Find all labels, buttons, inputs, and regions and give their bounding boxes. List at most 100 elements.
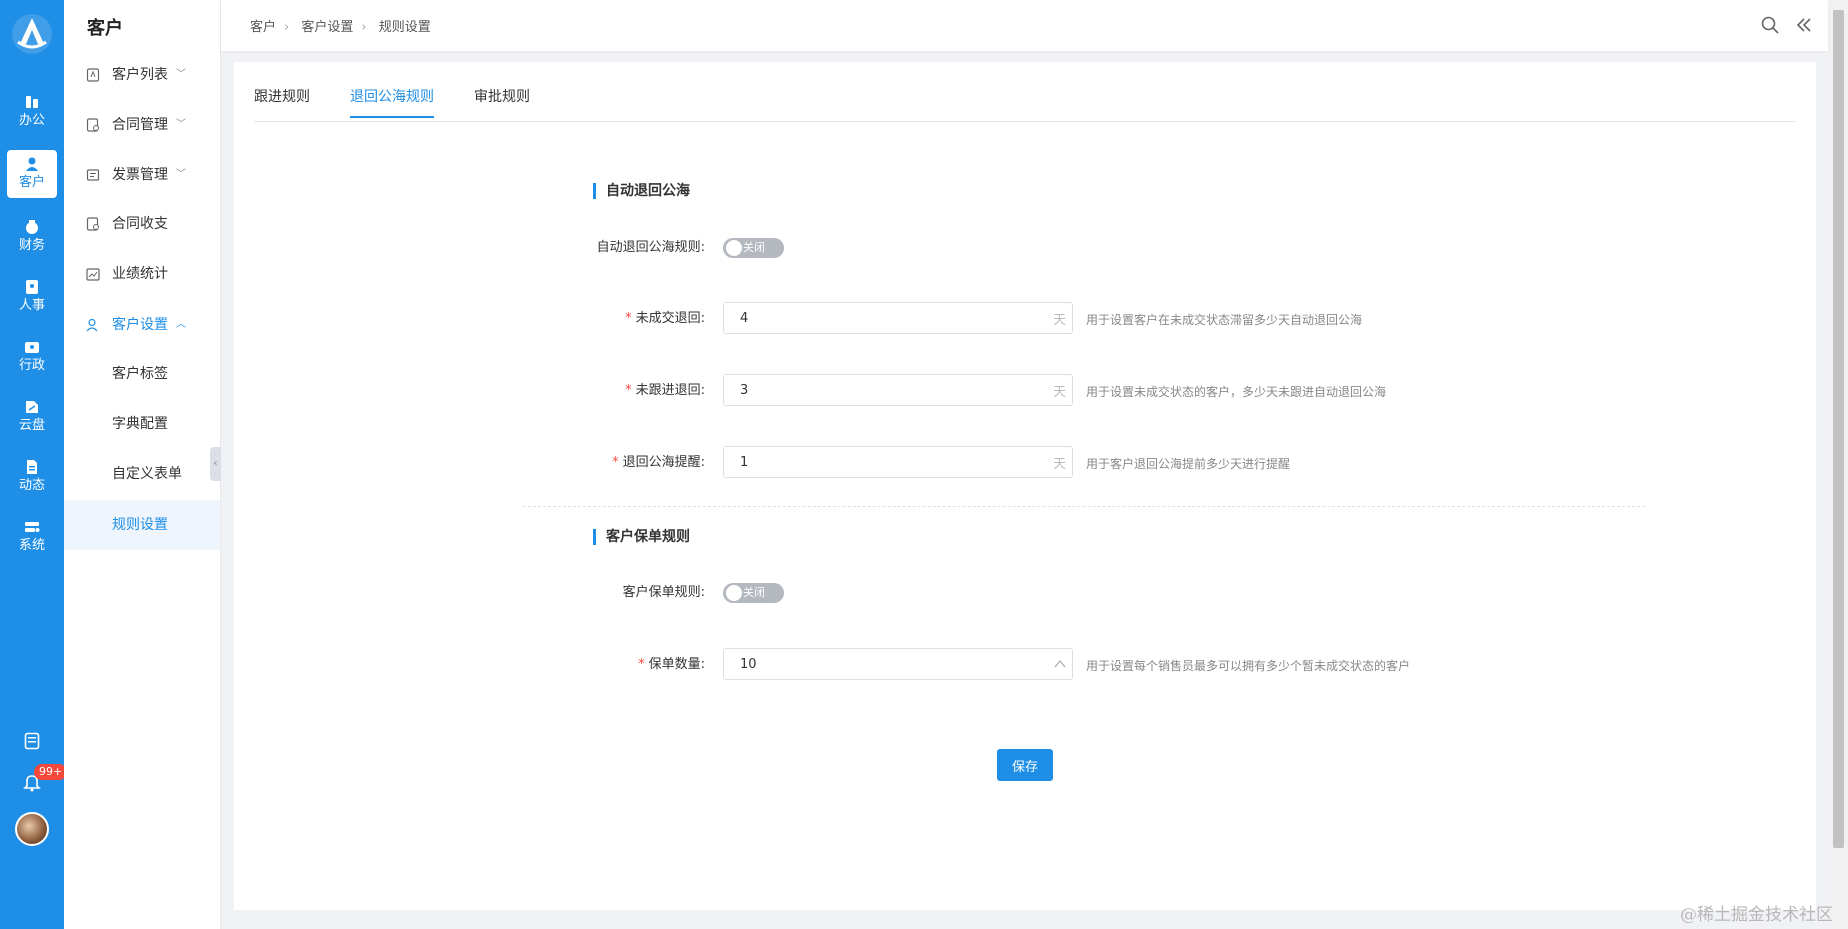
menu-item-label: 业绩统计	[112, 266, 168, 282]
no-follow-up-return-days-input[interactable]: 天	[723, 374, 1073, 406]
rail-item-cloud-disk[interactable]: 云盘	[7, 393, 57, 441]
toggle-knob	[726, 585, 742, 601]
return-reminder-days-input[interactable]: 天	[723, 446, 1073, 478]
tab-follow-up-rules[interactable]: 跟进规则	[254, 86, 310, 116]
toggle-text: 关闭	[743, 241, 765, 254]
menu-item-invoice-management[interactable]: 发票管理 ﹀	[64, 155, 220, 195]
rail-item-admin[interactable]: 行政	[7, 333, 57, 381]
days-suffix: 天	[1052, 313, 1066, 328]
menu-item-customer-list[interactable]: 客户列表 ﹀	[64, 55, 220, 95]
menu-item-customer-settings[interactable]: 客户设置 ︿	[64, 305, 220, 345]
menu-item-rule-settings[interactable]: 规则设置	[64, 500, 220, 550]
tab-return-to-pool-rules[interactable]: 退回公海规则	[350, 86, 434, 118]
section-title-auto-return: 自动退回公海	[593, 183, 690, 199]
unclosed-return-label: * 未成交退回:	[505, 307, 705, 326]
customer-icon	[26, 157, 38, 171]
system-icon	[25, 522, 40, 532]
search-icon[interactable]	[1760, 15, 1780, 35]
page-scrollbar[interactable]	[1829, 0, 1848, 929]
module-title: 客户	[87, 18, 123, 39]
menu-item-label: 客户列表	[112, 67, 168, 83]
menu-item-custom-form[interactable]: 自定义表单	[64, 454, 220, 494]
breadcrumb: 客户 › 客户设置 › 规则设置	[250, 16, 437, 35]
unclosed-return-days-input[interactable]: 天	[723, 302, 1073, 334]
list-doc-icon	[86, 68, 100, 82]
breadcrumb-separator-icon: ›	[284, 20, 290, 35]
tab-approval-rules[interactable]: 审批规则	[474, 86, 530, 116]
rail-item-finance[interactable]: 财务	[7, 213, 57, 261]
field-label: 自动退回公海规则:	[596, 240, 705, 255]
breadcrumb-separator-icon: ›	[361, 20, 367, 35]
menu-item-label: 合同管理	[112, 117, 168, 133]
no-follow-up-return-label: * 未跟进退回:	[505, 379, 705, 398]
protection-count-hint: 用于设置每个销售员最多可以拥有多少个暂未成交状态的客户	[1086, 659, 1411, 673]
required-mark: *	[625, 311, 632, 326]
field-label: 未跟进退回:	[635, 383, 705, 398]
protection-rule-label: 客户保单规则:	[505, 581, 705, 600]
menu-item-label: 规则设置	[112, 517, 168, 533]
office-icon	[26, 96, 38, 108]
rail-item-label: 云盘	[18, 418, 45, 433]
menu-item-performance-stats[interactable]: 业绩统计	[64, 254, 220, 294]
rail-item-system[interactable]: 系统	[7, 513, 57, 561]
required-mark: *	[638, 657, 645, 672]
collapse-sidebar-handle[interactable]: ‹	[210, 447, 221, 481]
menu-item-customer-tags[interactable]: 客户标签	[64, 354, 220, 394]
return-reminder-hint: 用于客户退回公海提前多少天进行提醒	[1086, 457, 1291, 471]
toggle-text: 关闭	[743, 586, 765, 599]
hr-icon	[26, 280, 38, 294]
section-divider	[523, 506, 1645, 507]
payments-icon	[86, 217, 99, 231]
increment-arrow-icon[interactable]	[1054, 659, 1066, 669]
menu-item-label: 客户设置	[112, 317, 168, 333]
feed-icon	[27, 460, 37, 474]
auto-return-toggle[interactable]: 关闭	[723, 238, 784, 258]
finance-icon	[26, 220, 38, 234]
unclosed-return-hint: 用于设置客户在未成交状态滞留多少天自动退回公海	[1086, 313, 1363, 327]
notification-badge: 99+	[34, 764, 68, 780]
protection-rule-toggle[interactable]: 关闭	[723, 583, 784, 603]
rail-item-label: 动态	[18, 478, 45, 493]
tab-bar: 跟进规则 退回公海规则 审批规则	[254, 86, 1796, 122]
protection-count-label: * 保单数量:	[505, 653, 705, 672]
save-button[interactable]: 保存	[997, 749, 1053, 781]
notebook-icon[interactable]	[24, 732, 40, 750]
rail-item-hr[interactable]: 人事	[7, 273, 57, 321]
required-mark: *	[625, 383, 632, 398]
days-suffix: 天	[1052, 457, 1066, 472]
rail-item-label: 行政	[18, 358, 45, 373]
menu-item-dictionary-config[interactable]: 字典配置	[64, 404, 220, 444]
days-suffix: 天	[1052, 385, 1066, 400]
auto-return-rule-label: 自动退回公海规则:	[505, 236, 705, 255]
chevron-down-icon: ﹀	[176, 69, 186, 80]
menu-item-contract-payments[interactable]: 合同收支	[64, 204, 220, 244]
menu-item-label: 发票管理	[112, 167, 168, 183]
avatar[interactable]	[15, 812, 49, 846]
app-logo-icon[interactable]	[10, 12, 54, 56]
menu-item-label: 合同收支	[112, 216, 168, 232]
scrollbar-thumb[interactable]	[1833, 10, 1844, 848]
breadcrumb-item[interactable]: 客户设置	[301, 20, 353, 35]
section-title-protection-rules: 客户保单规则	[593, 529, 690, 545]
rail-item-customer[interactable]: 客户	[7, 150, 57, 198]
protection-count-field[interactable]	[724, 649, 1024, 679]
unclosed-return-days-field[interactable]	[724, 303, 1024, 333]
top-bar: 客户 › 客户设置 › 规则设置	[221, 0, 1828, 51]
breadcrumb-item[interactable]: 客户	[250, 20, 276, 35]
stats-icon	[86, 268, 100, 281]
menu-item-label: 客户标签	[112, 366, 168, 382]
chevron-down-icon: ﹀	[176, 119, 186, 130]
cloud-disk-icon	[26, 401, 38, 413]
protection-count-input[interactable]	[723, 648, 1073, 680]
breadcrumb-item: 规则设置	[378, 20, 431, 35]
invoice-icon	[86, 169, 100, 181]
menu-item-contract-management[interactable]: 合同管理 ﹀	[64, 105, 220, 145]
collapse-double-chevron-icon[interactable]	[1794, 15, 1814, 35]
user-settings-icon	[86, 318, 98, 332]
return-reminder-days-field[interactable]	[724, 447, 1024, 477]
rail-item-feed[interactable]: 动态	[7, 453, 57, 501]
contract-icon	[86, 118, 99, 132]
return-reminder-label: * 退回公海提醒:	[505, 451, 705, 470]
rail-item-office[interactable]: 办公	[7, 88, 57, 136]
no-follow-up-return-days-field[interactable]	[724, 375, 1024, 405]
